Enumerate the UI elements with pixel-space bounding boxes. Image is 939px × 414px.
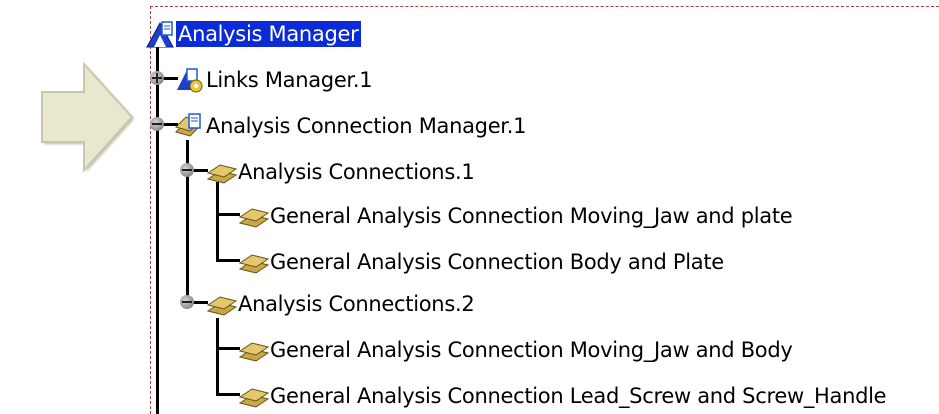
collapse-connections-2-button[interactable] xyxy=(180,295,194,309)
minus-icon xyxy=(182,169,192,171)
tree-node-connection[interactable]: General Analysis Connection Lead_Screw a… xyxy=(238,382,887,410)
minus-icon xyxy=(182,301,192,303)
tree-node-connection-manager[interactable]: Analysis Connection Manager.1 xyxy=(174,112,526,140)
connection-icon xyxy=(238,342,270,362)
collapse-connections-1-button[interactable] xyxy=(180,163,194,177)
tree-node-connection[interactable]: General Analysis Connection Body and Pla… xyxy=(238,248,724,276)
tree-panel: Analysis Manager Links Manager.1 Analysi… xyxy=(0,0,939,414)
tree-node-label: General Analysis Connection Lead_Screw a… xyxy=(270,384,887,408)
tree-line-set1 xyxy=(216,182,219,260)
collapse-connection-manager-button[interactable] xyxy=(150,117,164,131)
connection-set-icon xyxy=(206,296,238,316)
tree-node-label: General Analysis Connection Moving_Jaw a… xyxy=(270,204,793,228)
tree-branch xyxy=(216,347,240,350)
panel-border-top xyxy=(150,6,939,7)
tree-node-connection[interactable]: General Analysis Connection Moving_Jaw a… xyxy=(238,336,793,364)
connection-icon xyxy=(238,388,270,408)
minus-icon xyxy=(152,123,162,125)
tree-node-label: Analysis Connections.2 xyxy=(238,292,475,316)
tree-node-connection[interactable]: General Analysis Connection Moving_Jaw a… xyxy=(238,202,793,230)
analysis-manager-icon xyxy=(146,21,174,48)
tree-node-analysis-connections-2[interactable]: Analysis Connections.2 xyxy=(206,290,475,318)
tree-node-label: Analysis Connections.1 xyxy=(238,160,475,184)
tree-line-set2 xyxy=(216,318,219,394)
connection-icon xyxy=(238,208,270,228)
tree-branch xyxy=(216,213,240,216)
tree-node-analysis-connections-1[interactable]: Analysis Connections.1 xyxy=(206,158,475,186)
tree-line-root xyxy=(156,46,159,414)
tree-node-analysis-manager[interactable]: Analysis Manager xyxy=(144,20,362,48)
tree-branch xyxy=(216,393,240,396)
tree-node-label: Links Manager.1 xyxy=(206,68,373,92)
connection-set-icon xyxy=(206,164,238,184)
tree-node-label: General Analysis Connection Moving_Jaw a… xyxy=(270,338,793,362)
links-manager-icon xyxy=(177,68,203,93)
connection-icon xyxy=(238,254,270,274)
expand-links-manager-button[interactable] xyxy=(150,71,164,85)
tree-node-label: Analysis Connection Manager.1 xyxy=(206,114,527,138)
tree-node-label: Analysis Manager xyxy=(176,21,362,47)
tree-node-links-manager[interactable]: Links Manager.1 xyxy=(174,66,373,94)
right-arrow-icon xyxy=(41,61,134,173)
tree-branch xyxy=(216,259,240,262)
connection-manager-icon xyxy=(175,113,201,137)
tree-node-label: General Analysis Connection Body and Pla… xyxy=(270,250,724,274)
panel-border-left xyxy=(150,6,151,414)
